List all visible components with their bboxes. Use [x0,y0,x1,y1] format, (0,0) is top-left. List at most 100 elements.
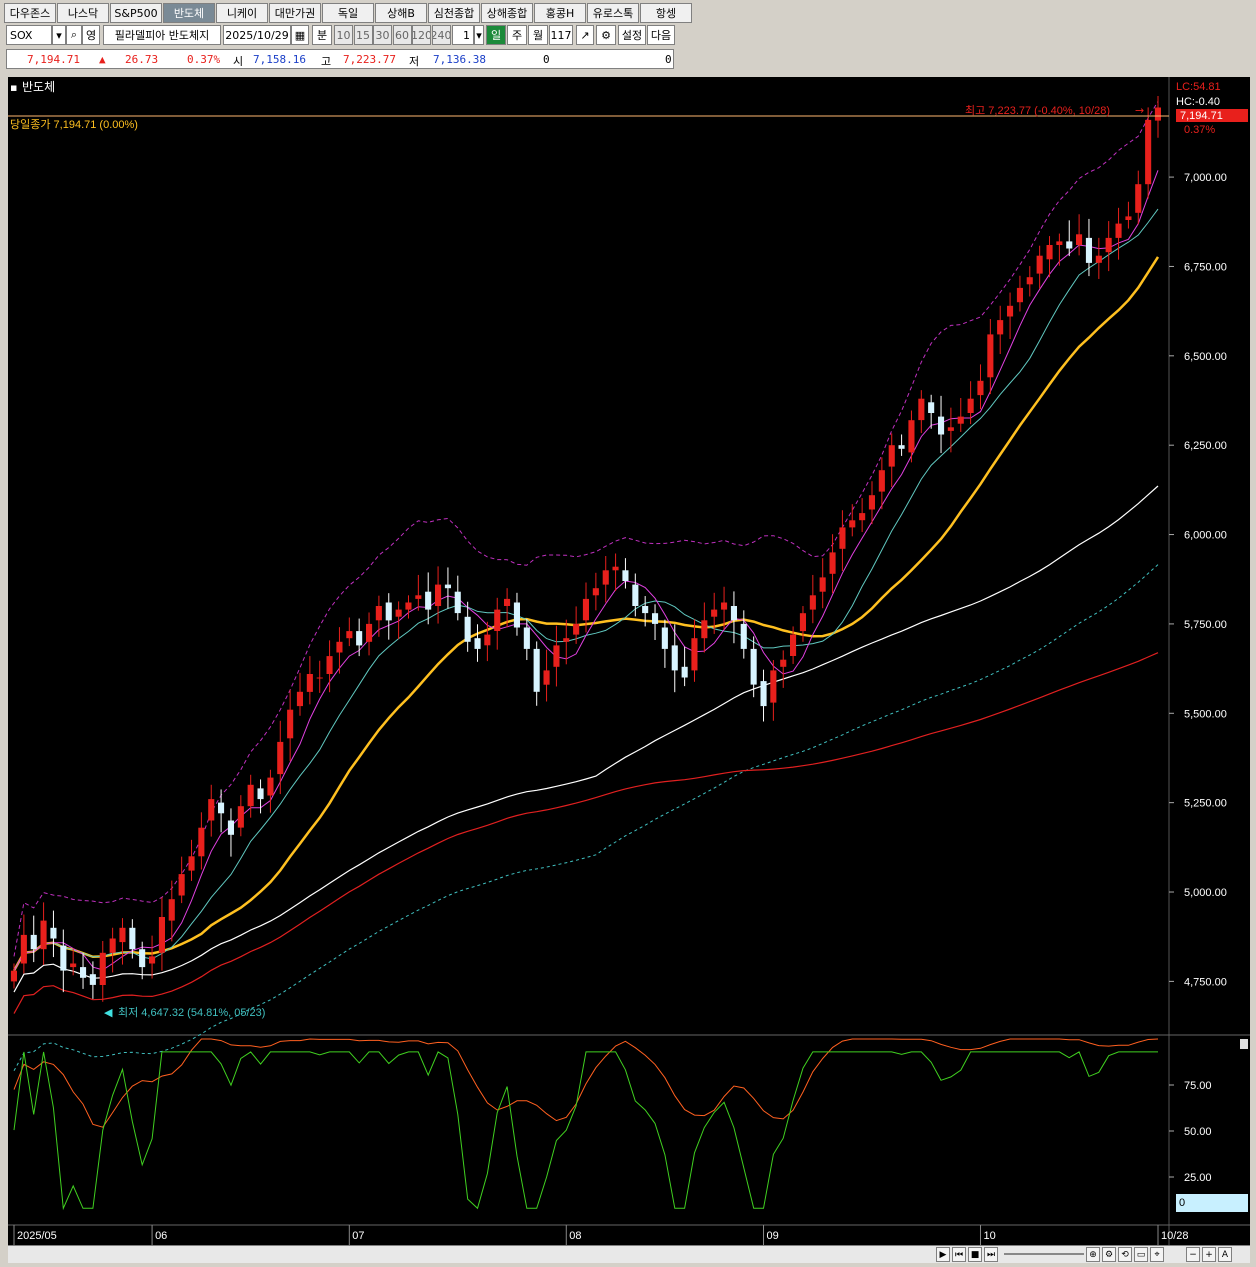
stop-button[interactable]: ■ [968,1247,982,1262]
last-button[interactable]: ⏭ [984,1247,998,1262]
tab-12[interactable]: 항셍 [640,3,692,23]
count-input[interactable]: 1 [452,25,474,45]
tab-1[interactable]: 나스닥 [57,3,109,23]
refresh-icon[interactable]: ⟲ [1118,1247,1132,1262]
candle-body [454,591,461,614]
auto-scale-button[interactable]: A [1218,1247,1232,1262]
candle-body [247,784,254,807]
interval-button-5[interactable]: 240 [431,25,451,45]
candle-body [681,666,688,678]
chart-panel[interactable]: 7,000.00 6,750.00 6,500.00 6,250.00 6,000.00… [8,77,1250,1245]
candle-body [701,620,708,639]
next-button[interactable]: 다음 [647,25,675,45]
tab-7[interactable]: 상해B [375,3,427,23]
candle-body [632,584,639,606]
first-button[interactable]: ⏮ [952,1247,966,1262]
candle-body [60,945,67,971]
indicator-menu-button[interactable] [1240,1039,1248,1049]
date-field[interactable]: 2025/10/29 [223,25,291,45]
close-label: 당일종가 7,194.71 (0.00%) [10,117,138,131]
tab-3[interactable]: 반도체 [163,3,215,23]
interval-button-0[interactable]: 10 [334,25,353,45]
change-pct: 0.37% [187,53,221,66]
week-button[interactable]: 주 [507,25,527,45]
tab-11[interactable]: 유로스톡 [587,3,639,23]
candle-body [1066,241,1073,249]
zoom-out-button[interactable]: − [1186,1247,1200,1262]
lower-band-line [13,564,1159,1071]
candle-body [109,938,116,953]
candle-body [375,606,382,621]
minute-button[interactable]: 분 [312,25,332,45]
candle-body [1115,223,1122,238]
candle-body [868,495,875,510]
scroll-right-button[interactable]: ▶ [936,1247,950,1262]
tab-2[interactable]: S&P500 [110,3,162,23]
interval-button-3[interactable]: 60 [392,25,412,45]
indicator-tick-label: 25.00 [1184,1172,1212,1184]
gear-icon[interactable]: ⚙ [1102,1247,1116,1262]
count-spin-button[interactable]: ▾ [474,25,484,45]
day-button[interactable]: 일 [486,25,506,45]
y-tick-label: 5,250.00 [1184,798,1227,810]
crosshair-icon[interactable]: ⌖ [1150,1247,1164,1262]
candle-body [40,920,47,950]
gear-icon[interactable]: ⚙ [596,25,616,45]
symbol-dropdown-button[interactable]: ▾ [52,25,66,45]
candle-body [168,899,175,921]
candle-body [859,513,866,521]
y-tick-label: 6,750.00 [1184,261,1227,273]
y-tick-label: 5,000.00 [1184,887,1227,899]
candle-body [296,691,303,707]
volume-value: 0 [543,53,550,66]
symbol-input[interactable]: SOX [6,25,52,45]
month-button[interactable]: 월 [528,25,548,45]
candle-body [149,956,156,964]
zoom-slider[interactable] [1004,1253,1084,1255]
candle-body [543,670,550,685]
tab-4[interactable]: 니케이 [216,3,268,23]
candle-body [957,416,964,424]
candle-body [494,609,501,631]
candle-body [513,602,520,628]
candle-body [316,677,323,679]
high-arrow-icon: → [1135,104,1144,117]
search-icon[interactable]: ⌕ [66,25,82,45]
tab-9[interactable]: 상해종합 [481,3,533,23]
indicator-last: 0 [1179,1197,1185,1209]
price-chart[interactable]: 7,000.00 6,750.00 6,500.00 6,250.00 6,000.00… [8,77,1250,1245]
interval-button-4[interactable]: 120 [412,25,431,45]
candle-body [947,427,954,431]
last-price: 7,194.71 [1180,110,1223,122]
candle-body [395,609,402,617]
tab-10[interactable]: 홍콩H [534,3,586,23]
tab-0[interactable]: 다우존스 [4,3,56,23]
interval-button-1[interactable]: 15 [353,25,373,45]
candle-body [799,613,806,632]
tab-8[interactable]: 심천종합 [428,3,480,23]
tab-6[interactable]: 독일 [322,3,374,23]
draw-tool-icon[interactable]: ↗ [576,25,594,45]
candle-body [573,623,580,635]
tab-5[interactable]: 대만가권 [269,3,321,23]
zoom-plus-button[interactable]: + [1202,1247,1216,1262]
lang-button[interactable]: 영 [82,25,100,45]
candle-body [780,659,787,667]
candle-body [592,588,599,596]
candle-body [878,470,885,492]
candle-body [661,627,668,649]
calendar-icon[interactable]: ▦ [291,25,309,45]
candle-body [208,799,215,821]
candle-body [178,874,185,896]
window-icon[interactable]: ▭ [1134,1247,1148,1262]
chart-scroll-bar[interactable]: ▶ ⏮ ■ ⏭ ⊕ ⚙ ⟲ ▭ ⌖ − + A [8,1245,1250,1263]
settings-button[interactable]: 설정 [618,25,646,45]
candle-body [1026,277,1033,285]
bar-count-input[interactable]: 117 [549,25,573,45]
lc-label: LC:54.81 [1176,81,1221,93]
candle-body [356,631,363,646]
zoom-in-icon[interactable]: ⊕ [1086,1247,1100,1262]
interval-button-2[interactable]: 30 [373,25,392,45]
candle-body [1145,119,1152,185]
y-tick-label: 5,500.00 [1184,708,1227,720]
